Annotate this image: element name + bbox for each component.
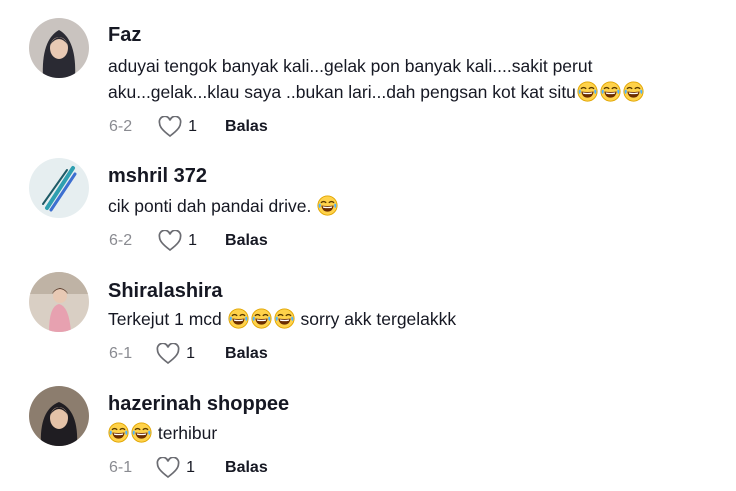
comment-text-line: aduyai tengok banyak kali...gelak pon ba… — [108, 56, 593, 76]
comment-meta: 6-1 1 Balas — [109, 457, 268, 479]
comment-date: 6-2 — [109, 232, 133, 249]
avatar-hijab-dark-icon — [29, 386, 89, 446]
comment-text-line: aku...gelak...klau saya ..bukan lari...d… — [108, 82, 576, 102]
comment-text-line: Terkejut 1 mcd — [108, 309, 222, 329]
comment-text-line: cik ponti dah pandai drive. — [108, 196, 312, 216]
avatar-woman-pink-icon — [29, 272, 89, 332]
comment-date: 6-1 — [109, 459, 133, 476]
comment-text-line: sorry akk tergelakkk — [300, 309, 457, 329]
avatar-pens-icon — [29, 158, 89, 218]
avatar-hijab-woman-icon — [29, 18, 89, 78]
laughing-tears-emoji-icon — [108, 422, 129, 443]
reply-button[interactable]: Balas — [225, 118, 268, 136]
comment-text: aku...gelak...klau saya ..bukan lari...d… — [108, 78, 645, 107]
heart-icon — [156, 457, 180, 479]
laughing-tears-emoji-icon — [623, 81, 644, 102]
comment-meta: 6-2 1 Balas — [109, 116, 268, 138]
comment-text: aduyai tengok banyak kali...gelak pon ba… — [108, 52, 592, 81]
heart-icon — [156, 343, 180, 365]
laughing-tears-emoji-icon — [274, 308, 295, 329]
laughing-tears-emoji-icon — [600, 81, 621, 102]
comment-meta: 6-1 1 Balas — [109, 343, 268, 365]
reply-button[interactable]: Balas — [225, 459, 268, 477]
laughing-tears-emoji-icon — [228, 308, 249, 329]
comment-meta: 6-2 1 Balas — [109, 230, 268, 252]
comment-date: 6-1 — [109, 345, 133, 362]
username[interactable]: Shiralashira — [108, 280, 223, 303]
heart-icon — [158, 230, 182, 252]
avatar[interactable] — [29, 18, 89, 78]
laughing-tears-emoji-icon — [251, 308, 272, 329]
like-button[interactable]: 1 — [156, 343, 195, 365]
like-button[interactable]: 1 — [158, 116, 197, 138]
like-button[interactable]: 1 — [156, 457, 195, 479]
heart-icon — [158, 116, 182, 138]
avatar[interactable] — [29, 272, 89, 332]
reply-button[interactable]: Balas — [225, 345, 268, 363]
like-count: 1 — [186, 459, 196, 476]
like-count: 1 — [188, 232, 198, 249]
like-count: 1 — [186, 345, 196, 362]
username[interactable]: mshril 372 — [108, 165, 207, 188]
comment-text: cik ponti dah pandai drive. — [108, 192, 339, 221]
avatar[interactable] — [29, 386, 89, 446]
reply-button[interactable]: Balas — [225, 232, 268, 250]
like-count: 1 — [188, 118, 198, 135]
laughing-tears-emoji-icon — [317, 195, 338, 216]
like-button[interactable]: 1 — [158, 230, 197, 252]
avatar[interactable] — [29, 158, 89, 218]
username[interactable]: Faz — [108, 24, 141, 47]
comment-text-line: terhibur — [157, 423, 218, 443]
comment-text: terhibur — [108, 419, 217, 448]
laughing-tears-emoji-icon — [131, 422, 152, 443]
laughing-tears-emoji-icon — [577, 81, 598, 102]
comment-date: 6-2 — [109, 118, 133, 135]
comment-text: Terkejut 1 mcd sorry akk tergelakkk — [108, 305, 456, 334]
username[interactable]: hazerinah shoppee — [108, 393, 289, 416]
